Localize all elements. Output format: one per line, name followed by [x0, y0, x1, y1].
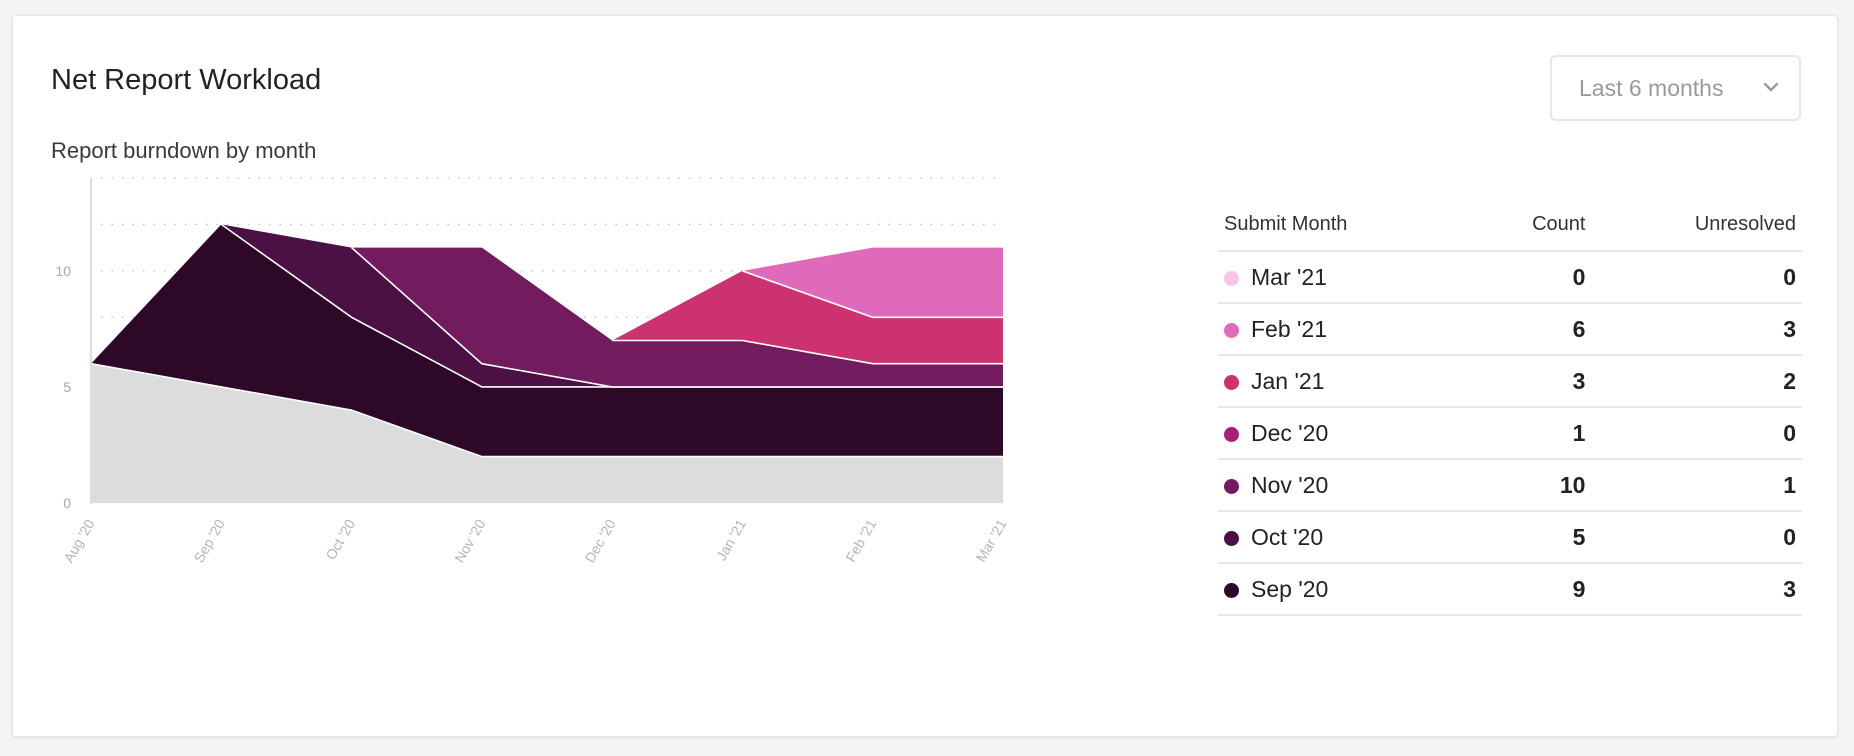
count-cell: 10 [1469, 459, 1592, 512]
header-submit-month: Submit Month [1218, 199, 1470, 252]
table-row: Nov '20 10 1 [1218, 459, 1802, 512]
table-row: Mar '21 0 0 [1218, 251, 1802, 304]
month-cell: Mar '21 [1218, 251, 1470, 304]
month-label: Sep '20 [1251, 575, 1329, 602]
table-row: Dec '20 1 0 [1218, 407, 1802, 460]
legend-swatch [1224, 582, 1239, 598]
month-cell: Sep '20 [1218, 563, 1470, 616]
y-tick-label: 10 [55, 263, 71, 279]
legend-swatch [1224, 478, 1239, 494]
legend-swatch [1224, 426, 1239, 442]
legend-swatch [1224, 322, 1239, 338]
legend-swatch [1224, 374, 1239, 390]
unresolved-cell: 0 [1591, 511, 1802, 564]
legend-swatch [1224, 270, 1239, 286]
burndown-area-chart: 0 5 10 Aug '20 Sep '20 Oct '20 Nov '20 Dec '20 J… [55, 177, 1010, 565]
table-row: Oct '20 5 0 [1218, 511, 1802, 564]
count-cell: 1 [1469, 407, 1592, 460]
header-count: Count [1469, 199, 1592, 252]
y-tick-label: 0 [63, 495, 71, 511]
month-label: Oct '20 [1251, 523, 1324, 550]
x-tick-label: Nov '20 [451, 516, 488, 565]
month-label: Jan '21 [1251, 367, 1325, 394]
table-row: Sep '20 9 3 [1218, 563, 1802, 616]
month-cell: Nov '20 [1218, 459, 1470, 512]
table-row: Feb '21 6 3 [1218, 303, 1802, 356]
table-row: Jan '21 3 2 [1218, 355, 1802, 408]
x-tick-label: Feb '21 [842, 516, 879, 564]
month-label: Dec '20 [1251, 419, 1329, 446]
unresolved-cell: 0 [1591, 251, 1802, 304]
unresolved-cell: 2 [1591, 355, 1802, 408]
x-tick-label: Oct '20 [322, 516, 358, 562]
month-cell: Feb '21 [1218, 303, 1470, 356]
x-tick-label: Jan '21 [713, 516, 749, 563]
count-cell: 3 [1469, 355, 1592, 408]
unresolved-cell: 3 [1591, 563, 1802, 616]
count-cell: 5 [1469, 511, 1592, 564]
x-tick-label: Sep '20 [191, 516, 228, 565]
month-cell: Jan '21 [1218, 355, 1470, 408]
count-cell: 6 [1469, 303, 1592, 356]
month-label: Nov '20 [1251, 471, 1329, 498]
period-select[interactable]: Last 6 months [1550, 55, 1801, 121]
header-unresolved: Unresolved [1591, 199, 1802, 252]
x-tick-label: Mar '21 [973, 516, 1010, 564]
unresolved-cell: 1 [1591, 459, 1802, 512]
period-select-value: Last 6 months [1579, 74, 1724, 101]
report-workload-card: Net Report Workload Report burndown by m… [12, 15, 1838, 737]
legend-table-header: Submit Month Count Unresolved [1218, 199, 1802, 252]
legend-swatch [1224, 530, 1239, 546]
y-tick-label: 5 [63, 379, 71, 395]
count-cell: 0 [1469, 251, 1592, 304]
count-cell: 9 [1469, 563, 1592, 616]
month-cell: Dec '20 [1218, 407, 1470, 460]
month-cell: Oct '20 [1218, 511, 1470, 564]
legend-table: Submit Month Count Unresolved Mar '21 0 0 F… [1218, 199, 1802, 616]
chevron-down-icon [1763, 82, 1779, 92]
month-label: Mar '21 [1251, 263, 1327, 290]
unresolved-cell: 3 [1591, 303, 1802, 356]
month-label: Feb '21 [1251, 315, 1327, 342]
unresolved-cell: 0 [1591, 407, 1802, 460]
x-tick-label: Aug '20 [60, 516, 97, 565]
x-tick-label: Dec '20 [581, 516, 618, 565]
